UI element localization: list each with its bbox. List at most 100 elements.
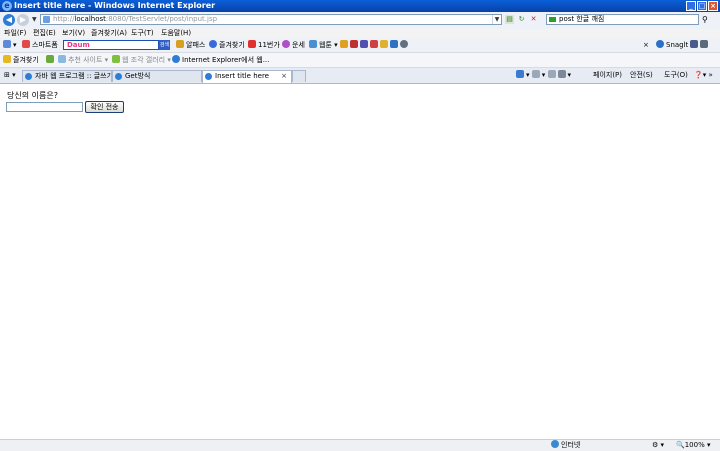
- url-path: :8080/TestServlet/post/input.jsp: [105, 15, 218, 23]
- page-content: 당신의 이름은? 확인 전송: [0, 84, 720, 439]
- web-slice-icon: [112, 55, 120, 63]
- search-input[interactable]: post 한글 깨짐: [546, 14, 699, 25]
- help-icon[interactable]: ❓▾ »: [694, 70, 713, 81]
- menu-file[interactable]: 파일(F): [4, 29, 26, 38]
- menu-help[interactable]: 도움말(H): [161, 29, 191, 38]
- smartform-icon: [22, 40, 30, 48]
- tab-page-icon: [25, 73, 32, 80]
- 11st-button[interactable]: 11번가: [248, 38, 280, 52]
- fav-web-slice-gallery[interactable]: 웹 조각 갤러리 ▾: [112, 53, 171, 67]
- favorites-bar: 즐겨찾기 추천 사이트 ▾ 웹 조각 갤러리 ▾ Internet Explor…: [0, 53, 720, 68]
- refresh-icon[interactable]: ↻: [517, 15, 526, 24]
- tab-get-label: Get방식: [125, 72, 151, 80]
- snagit-label: Snaglt: [666, 41, 689, 49]
- back-button[interactable]: ◀: [3, 14, 15, 26]
- safety-menu[interactable]: 안전(S): [630, 70, 653, 81]
- capture-icon[interactable]: [690, 40, 698, 48]
- smartform-label: 스마트폼: [32, 41, 58, 49]
- snagit-button[interactable]: Snaglt: [656, 38, 688, 52]
- zoom-icon: 🔍: [676, 441, 685, 449]
- favorites-button[interactable]: 즐겨찾기: [3, 53, 39, 67]
- window-titlebar[interactable]: e Insert title here - Windows Internet E…: [0, 0, 720, 12]
- snagit-icon: [656, 40, 664, 48]
- smartform-button[interactable]: 스마트폼: [22, 38, 58, 52]
- address-toolbar: ◀ ▶ ▼ http://localhost:8080/TestServlet/…: [0, 12, 720, 30]
- menu-tools[interactable]: 도구(T): [131, 29, 154, 38]
- save-icon[interactable]: [360, 40, 368, 48]
- tab-page-icon: [205, 73, 212, 80]
- alpass-icon: [176, 40, 184, 48]
- tab-page-icon: [115, 73, 122, 80]
- name-question: 당신의 이름은?: [7, 91, 58, 100]
- home-icon[interactable]: [516, 70, 524, 78]
- fav-web-slice-label: 웹 조각 갤러리: [122, 56, 166, 64]
- fav-ie-web-label: Internet Explorer에서 웹...: [182, 56, 270, 64]
- menu-edit[interactable]: 편집(E): [33, 29, 56, 38]
- fav-suggested-sites[interactable]: 추천 사이트 ▾: [58, 53, 108, 67]
- menu-view[interactable]: 보기(V): [62, 29, 85, 38]
- favorites-toolbar-label: 즐겨찾기: [219, 41, 245, 49]
- address-dropdown-icon[interactable]: ▼: [492, 15, 501, 24]
- tab-blog-write[interactable]: 자바 웹 프로그램 :: 글쓰기: [22, 70, 112, 82]
- addon-toolbar: ▾ 스마트폼 Daum 검색 알패스 즐겨찾기 11번가 운세 웹툰 ▾ × S…: [0, 38, 720, 53]
- mail-icon[interactable]: [547, 70, 556, 78]
- fav-ie-web[interactable]: Internet Explorer에서 웹...: [172, 53, 269, 67]
- note-icon[interactable]: [390, 40, 398, 48]
- menu-bar: 파일(F) 편집(E) 보기(V) 즐겨찾기(A) 도구(T) 도움말(H): [0, 29, 720, 38]
- webtoon-label: 웹툰: [319, 41, 332, 49]
- webtoon-button[interactable]: 웹툰 ▾: [309, 38, 338, 52]
- window-icon[interactable]: [700, 40, 708, 48]
- maximize-button[interactable]: □: [697, 1, 707, 11]
- window-controls: _ □ ×: [686, 1, 718, 11]
- toolbar-close-icon[interactable]: ×: [643, 38, 649, 52]
- search-go-icon[interactable]: ⚲: [702, 15, 708, 24]
- tab-close-icon[interactable]: ×: [281, 71, 287, 82]
- ie-logo-icon: e: [2, 1, 12, 11]
- address-input[interactable]: http://localhost:8080/TestServlet/post/i…: [40, 14, 502, 25]
- fortune-button[interactable]: 운세: [282, 38, 305, 52]
- favorites-toolbar-button[interactable]: 즐겨찾기: [209, 38, 245, 52]
- 11st-icon: [248, 40, 256, 48]
- globe-icon: [551, 440, 559, 448]
- zoom-control[interactable]: 🔍100% ▾: [676, 440, 710, 451]
- recent-pages-dropdown[interactable]: ▼: [32, 16, 37, 23]
- page-menu[interactable]: 페이지(P): [593, 70, 622, 81]
- alpass-button[interactable]: 알패스: [176, 38, 205, 52]
- webtoon-icon: [309, 40, 317, 48]
- 11st-label: 11번가: [258, 41, 280, 49]
- folder-icon[interactable]: [380, 40, 388, 48]
- submit-button[interactable]: 확인 전송: [85, 101, 124, 113]
- zone-label: 인터넷: [561, 441, 581, 449]
- security-zone[interactable]: 인터넷: [551, 440, 580, 451]
- compatibility-icon[interactable]: ▤: [505, 15, 514, 24]
- snagit-extra-icons: [690, 38, 710, 52]
- new-tab-button[interactable]: [292, 70, 306, 82]
- search-provider-icon: [549, 17, 556, 22]
- menu-favorites[interactable]: 즐겨찾기(A): [91, 29, 127, 38]
- feeds-icon[interactable]: [531, 70, 540, 78]
- tab-insert-title[interactable]: Insert title here ×: [202, 70, 292, 83]
- fortune-label: 운세: [292, 41, 305, 49]
- pen-icon[interactable]: [340, 40, 348, 48]
- news-icon[interactable]: [370, 40, 378, 48]
- tab-get-method[interactable]: Get방식: [112, 70, 202, 82]
- tab-blog-label: 자바 웹 프로그램 :: 글쓰기: [35, 72, 112, 80]
- tools-menu[interactable]: 도구(O): [664, 70, 688, 81]
- add-favorite-icon[interactable]: [46, 53, 56, 67]
- ie-page-icon: [172, 55, 180, 63]
- forward-button[interactable]: ▶: [17, 14, 29, 26]
- fortune-icon: [282, 40, 290, 48]
- toolbar-options-button[interactable]: ▾: [3, 38, 17, 52]
- quick-tabs-button[interactable]: ⊞ ▾: [0, 70, 22, 82]
- settings-icon[interactable]: [400, 40, 408, 48]
- daum-search-input[interactable]: Daum 검색: [63, 40, 170, 50]
- star-icon: [209, 40, 217, 48]
- minimize-button[interactable]: _: [686, 1, 696, 11]
- name-input[interactable]: [6, 102, 83, 112]
- bookmark-icon[interactable]: [350, 40, 358, 48]
- protected-mode-icon[interactable]: ⚙ ▾: [652, 440, 664, 451]
- stop-icon[interactable]: ✕: [529, 15, 538, 24]
- print-icon[interactable]: [557, 70, 566, 78]
- close-button[interactable]: ×: [708, 1, 718, 11]
- daum-search-button[interactable]: 검색: [159, 40, 170, 50]
